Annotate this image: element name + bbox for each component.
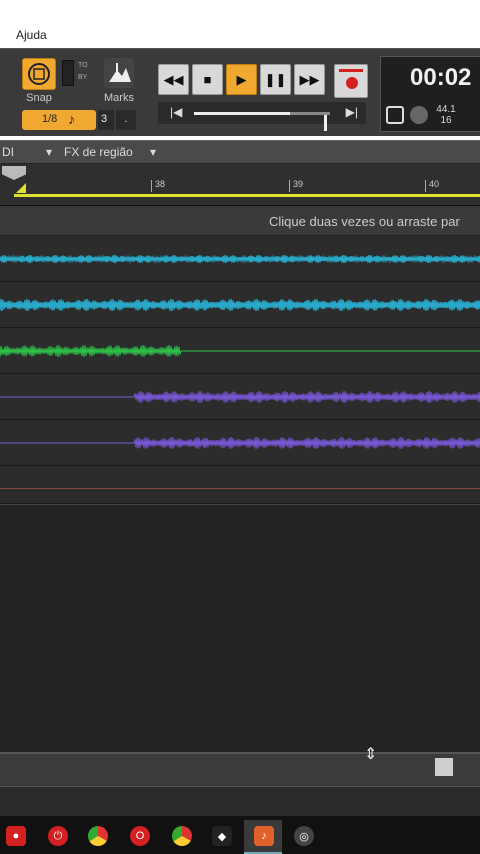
to-by-switch[interactable] bbox=[62, 60, 74, 86]
empty-track[interactable] bbox=[0, 466, 480, 504]
track-line bbox=[0, 488, 480, 489]
record-app-icon[interactable]: ● bbox=[6, 826, 26, 846]
audio-track[interactable] bbox=[0, 420, 480, 466]
snap-dot[interactable]: . bbox=[116, 110, 136, 130]
play-button[interactable]: ▶ bbox=[226, 64, 257, 95]
region-fx-dropdown[interactable]: FX de região bbox=[64, 145, 133, 159]
stop-icon: ■ bbox=[203, 72, 212, 87]
menu-bar: Ajuda bbox=[0, 24, 480, 48]
ruler-mark: 38 bbox=[151, 180, 165, 192]
audio-track[interactable] bbox=[0, 282, 480, 328]
resize-cursor-icon: ⇕ bbox=[364, 746, 378, 763]
snap-value-dropdown[interactable]: 1/8 ♪ bbox=[22, 110, 96, 130]
empty-arrangement-area[interactable] bbox=[0, 504, 480, 752]
by-label: BY bbox=[78, 74, 88, 81]
drop-hint-area[interactable]: Clique duas vezes ou arraste par bbox=[0, 206, 480, 236]
midi-label: DI bbox=[2, 145, 14, 159]
pause-button[interactable]: ❚❚ bbox=[260, 64, 291, 95]
inkscape-icon[interactable]: ◆ bbox=[212, 826, 232, 846]
horizontal-scrollbar[interactable] bbox=[0, 752, 480, 786]
chevron-down-icon[interactable]: ▾ bbox=[150, 145, 156, 159]
waveform bbox=[0, 390, 480, 404]
status-strip bbox=[0, 786, 480, 816]
ruler-mark: 39 bbox=[289, 180, 303, 192]
pause-icon: ❚❚ bbox=[264, 71, 287, 87]
snap-grid-icon bbox=[28, 63, 50, 85]
midi-dropdown[interactable]: DI bbox=[2, 145, 14, 159]
position-slider-knob[interactable] bbox=[324, 115, 327, 131]
time-display: 00:02 bbox=[410, 64, 472, 91]
play-icon: ▶ bbox=[236, 71, 247, 87]
rewind-button[interactable]: ◀◀ bbox=[158, 64, 189, 95]
region-fx-label: FX de região bbox=[64, 145, 133, 159]
eighth-note-icon: ♪ bbox=[68, 111, 75, 127]
obs-icon[interactable]: ◎ bbox=[294, 826, 314, 846]
chrome-icon[interactable] bbox=[88, 826, 108, 846]
position-slider-row: |◀ ▶| bbox=[158, 102, 366, 131]
waveform bbox=[0, 254, 480, 264]
timeline-ruler[interactable]: 38 39 40 bbox=[0, 164, 480, 206]
waveform bbox=[0, 436, 480, 450]
stop-button[interactable]: ■ bbox=[192, 64, 223, 95]
record-icon bbox=[346, 77, 358, 89]
position-slider-fill bbox=[194, 112, 290, 115]
rewind-icon: ◀◀ bbox=[163, 71, 184, 87]
sample-rate: 44.1 bbox=[436, 104, 456, 115]
record-bar-icon bbox=[339, 69, 363, 72]
loop-range-bar[interactable] bbox=[14, 194, 480, 197]
fast-forward-button[interactable]: ▶▶ bbox=[294, 64, 325, 95]
waveform bbox=[0, 344, 480, 358]
ruler-mark: 40 bbox=[425, 180, 439, 192]
waveform bbox=[0, 298, 480, 312]
marks-icon bbox=[109, 63, 131, 82]
daw-icon[interactable]: ♪ bbox=[254, 826, 274, 846]
audio-track[interactable] bbox=[0, 328, 480, 374]
to-label: TO bbox=[78, 62, 88, 69]
to-by-labels: TO BY bbox=[78, 60, 88, 84]
bit-depth: 16 bbox=[440, 115, 452, 126]
metronome-icon[interactable] bbox=[410, 106, 428, 124]
audio-track[interactable] bbox=[0, 374, 480, 420]
marks-button[interactable] bbox=[104, 58, 134, 88]
chrome-icon[interactable] bbox=[172, 826, 192, 846]
marks-label: Marks bbox=[104, 92, 134, 104]
go-to-end-icon[interactable]: ▶| bbox=[346, 105, 358, 119]
power-icon[interactable]: ⏻ bbox=[48, 826, 68, 846]
menu-help[interactable]: Ajuda bbox=[16, 28, 47, 42]
go-to-start-icon[interactable]: |◀ bbox=[170, 105, 182, 119]
tracks-area[interactable] bbox=[0, 236, 480, 504]
opera-icon[interactable]: O bbox=[130, 826, 150, 846]
position-slider[interactable] bbox=[194, 112, 330, 131]
scrollbar-thumb[interactable] bbox=[435, 758, 453, 776]
chevron-down-icon[interactable]: ▾ bbox=[46, 145, 52, 159]
snap-number[interactable]: 3 bbox=[98, 110, 114, 130]
snap-value: 1/8 bbox=[42, 113, 58, 125]
drop-hint-text: Clique duas vezes ou arraste par bbox=[269, 214, 460, 229]
track-header-strip: DI ▾ FX de região ▾ bbox=[0, 140, 480, 164]
audio-track[interactable] bbox=[0, 236, 480, 282]
snap-label: Snap bbox=[26, 92, 52, 104]
snap-button[interactable] bbox=[22, 58, 56, 90]
fast-forward-icon: ▶▶ bbox=[299, 71, 320, 87]
record-button[interactable] bbox=[334, 64, 368, 98]
loop-icon[interactable] bbox=[386, 106, 404, 124]
sample-rate-display: 44.1 16 bbox=[434, 104, 458, 126]
taskbar bbox=[0, 816, 480, 854]
